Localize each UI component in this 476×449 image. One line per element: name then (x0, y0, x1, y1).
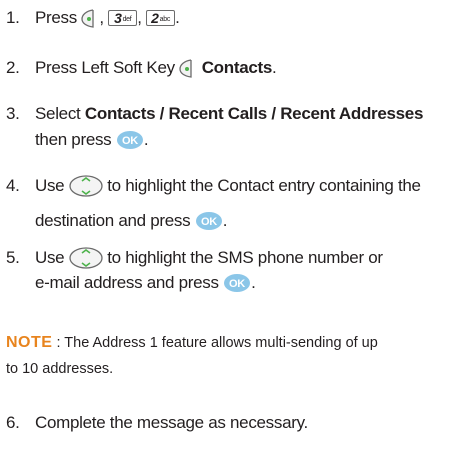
left-soft-key-icon (179, 58, 192, 78)
note-label: NOTE (6, 334, 53, 351)
step-number: 1. (6, 8, 20, 27)
svg-text:OK: OK (201, 216, 217, 228)
svg-text:OK: OK (229, 278, 245, 290)
contacts-label: Contacts (201, 58, 273, 77)
step-number: 6. (6, 413, 20, 432)
step-number: 5. (6, 248, 20, 267)
ok-button-icon: OK (224, 274, 251, 292)
step-text: Press Left Soft Key (35, 58, 175, 77)
ok-button-icon: OK (195, 212, 222, 230)
note: NOTE : The Address 1 feature allows mult… (6, 330, 378, 382)
step-number: 2. (6, 58, 20, 77)
navigation-key-icon (69, 247, 103, 269)
svg-text:OK: OK (122, 135, 138, 147)
key-2-icon: 2 abc (146, 10, 176, 26)
note-text-line2: to 10 addresses. (6, 361, 114, 377)
key-3-icon: 3 def (108, 10, 138, 26)
navigation-key-icon (69, 175, 103, 197)
note-text: : The Address 1 feature allows multi-sen… (56, 335, 378, 351)
left-soft-key-icon (81, 8, 95, 28)
menu-path: Contacts / Recent Calls / Recent Address… (84, 104, 424, 123)
step-text: Press (35, 8, 77, 27)
ok-button-icon: OK (116, 131, 143, 149)
step-number: 3. (6, 104, 20, 123)
step-text: Complete the message as necessary. (35, 413, 308, 432)
step-number: 4. (6, 176, 20, 195)
